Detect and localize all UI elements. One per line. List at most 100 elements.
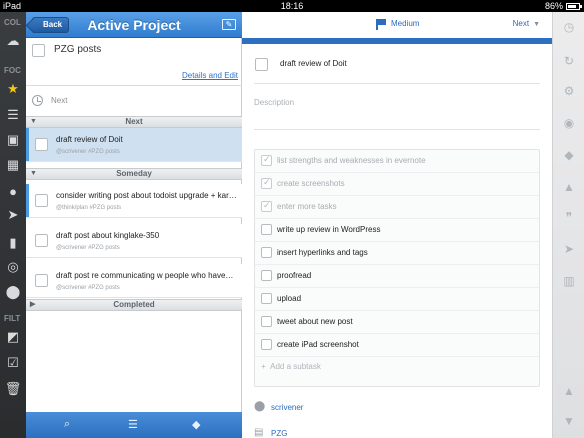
send-icon[interactable]: ➤ xyxy=(561,242,577,258)
notebook-icon[interactable]: ▮ xyxy=(4,234,22,252)
task-list-pane: Back Active Project ✎ PZG posts Details … xyxy=(26,12,242,438)
subtask-item[interactable]: proofread xyxy=(255,265,539,288)
subtask-item[interactable]: tweet about new post xyxy=(255,311,539,334)
subtask-checkbox[interactable] xyxy=(261,270,272,281)
section-header-completed[interactable]: ▶ Completed xyxy=(26,299,242,311)
task-row[interactable]: draft post re communicating w people who… xyxy=(26,264,242,298)
speech-bubble-icon[interactable]: ● xyxy=(4,182,22,200)
target-icon[interactable]: ◎ xyxy=(4,258,22,276)
trash-icon[interactable]: 🗑 xyxy=(4,380,22,398)
bottom-toolbar: ⌕ ☰ ◆ xyxy=(26,412,242,438)
task-detail-pane: Medium Next ▼ draft review of Doit Descri… xyxy=(242,12,552,438)
collapse-triangle-icon: ▼ xyxy=(30,118,37,125)
status-bar: iPad 18:16 86% xyxy=(0,0,584,12)
description-field[interactable]: Description xyxy=(254,98,540,130)
task-tags: @scrivener #PZG posts xyxy=(56,285,120,291)
trash-icon[interactable]: ▥ xyxy=(561,274,577,290)
subtask-item[interactable]: create screenshots xyxy=(255,173,539,196)
search-icon[interactable]: ⌕ xyxy=(64,418,70,431)
subtask-item[interactable]: insert hyperlinks and tags xyxy=(255,242,539,265)
subtask-checkbox[interactable] xyxy=(261,339,272,350)
repeat-icon[interactable]: ↻ xyxy=(561,54,577,70)
task-checkbox[interactable] xyxy=(35,194,48,207)
task-row[interactable]: consider writing post about todoist upgr… xyxy=(26,184,242,218)
subtask-item[interactable]: write up review in WordPress xyxy=(255,219,539,242)
arrow-down-icon[interactable]: ▼ xyxy=(561,414,577,430)
section-header-next[interactable]: ▼ Next xyxy=(26,116,242,128)
project-name: PZG posts xyxy=(54,44,102,55)
section-header-someday[interactable]: ▼ Someday xyxy=(26,168,242,180)
next-dropdown[interactable]: Next ▼ xyxy=(513,19,540,28)
task-title: consider writing post about todoist upgr… xyxy=(56,191,237,200)
inbox-icon[interactable]: ☰ xyxy=(4,106,22,124)
rail-section-label: FILT xyxy=(4,314,21,323)
description-placeholder: Description xyxy=(254,98,295,107)
calendar-day-icon[interactable]: ▣ xyxy=(4,131,22,149)
add-subtask-button[interactable]: + Add a subtask xyxy=(261,362,321,371)
subtask-checkbox[interactable] xyxy=(261,247,272,258)
clock-icon[interactable]: ◷ xyxy=(561,20,577,36)
send-icon[interactable]: ➤ xyxy=(4,206,22,224)
priority-label[interactable]: Medium xyxy=(391,19,419,28)
star-icon[interactable]: ★ xyxy=(4,80,22,98)
quote-icon[interactable]: ❞ xyxy=(561,210,577,226)
detail-task-title[interactable]: draft review of Doit xyxy=(280,59,347,68)
subtask-item[interactable]: list strengths and weaknesses in evernot… xyxy=(255,150,539,173)
nav-bar: Back Active Project ✎ xyxy=(26,12,242,38)
next-action-row[interactable]: Next xyxy=(26,87,242,115)
detail-task-checkbox[interactable] xyxy=(255,58,268,71)
compose-icon[interactable]: ✎ xyxy=(222,19,236,30)
battery-status: 86% xyxy=(544,0,582,12)
battery-icon xyxy=(566,2,582,10)
subtask-text: proofread xyxy=(277,271,312,280)
task-tags: @scrivener #PZG posts xyxy=(56,149,120,155)
task-row[interactable]: draft post about kinglake-350 @scrivener… xyxy=(26,224,242,258)
details-and-edit-link[interactable]: Details and Edit xyxy=(182,71,238,80)
project-checkbox[interactable] xyxy=(32,44,45,57)
calendar-icon[interactable]: ▦ xyxy=(4,156,22,174)
location-icon[interactable]: ⬤ xyxy=(4,283,22,301)
project-link[interactable]: PZG posts xyxy=(271,429,290,438)
detail-task-title-row[interactable]: draft review of Doit xyxy=(254,54,540,84)
task-row[interactable]: draft review of Doit @scrivener #PZG pos… xyxy=(26,128,242,162)
subtask-item[interactable]: create iPad screenshot xyxy=(255,334,539,357)
task-checkbox[interactable] xyxy=(35,138,48,151)
task-title: draft post re communicating w people who… xyxy=(56,271,234,280)
subtask-item[interactable]: upload xyxy=(255,288,539,311)
task-tags: @think/plan #PZG posts xyxy=(56,205,122,211)
subtask-checkbox[interactable] xyxy=(261,154,272,166)
context-icon[interactable]: ◩ xyxy=(4,328,22,346)
tag-icon[interactable]: ◆ xyxy=(561,148,577,164)
clock: 18:16 xyxy=(280,1,304,11)
plus-icon: + xyxy=(261,362,266,371)
list-view-icon[interactable]: ☰ xyxy=(128,418,138,431)
detail-toolbar: Medium Next ▼ xyxy=(242,12,552,38)
task-priority-bar xyxy=(26,128,29,161)
arrow-up-icon[interactable]: ▲ xyxy=(561,384,577,400)
task-tags: @scrivener #PZG posts xyxy=(56,245,120,251)
tag-icon[interactable]: ◆ xyxy=(192,418,200,431)
subtask-checkbox[interactable] xyxy=(261,316,272,327)
subtask-checkbox[interactable] xyxy=(261,177,272,189)
subtask-item[interactable]: enter more tasks xyxy=(255,196,539,219)
priority-flag-icon[interactable] xyxy=(376,19,386,30)
subtask-text: upload xyxy=(277,294,302,303)
checklist-icon[interactable]: ☑ xyxy=(4,354,22,372)
task-checkbox[interactable] xyxy=(35,234,48,247)
context-link[interactable]: scrivener xyxy=(271,403,303,412)
rail-section-label: COL xyxy=(4,18,21,27)
subtask-list: list strengths and weaknesses in evernot… xyxy=(254,149,540,387)
task-title: draft post about kinglake-350 xyxy=(56,231,160,240)
subtask-checkbox[interactable] xyxy=(261,224,272,235)
subtask-text: tweet about new post xyxy=(277,317,353,326)
subtask-checkbox[interactable] xyxy=(261,200,272,212)
globe-icon[interactable]: ◉ xyxy=(561,116,577,132)
task-checkbox[interactable] xyxy=(35,274,48,287)
battery-percent: 86% xyxy=(544,1,563,11)
bell-icon[interactable]: ▲ xyxy=(561,180,577,196)
gear-icon[interactable]: ⚙ xyxy=(561,84,577,100)
subtask-checkbox[interactable] xyxy=(261,293,272,304)
detail-accent-bar xyxy=(242,38,552,44)
cloud-icon[interactable]: ☁ xyxy=(4,32,22,50)
subtask-text: insert hyperlinks and tags xyxy=(277,248,368,257)
